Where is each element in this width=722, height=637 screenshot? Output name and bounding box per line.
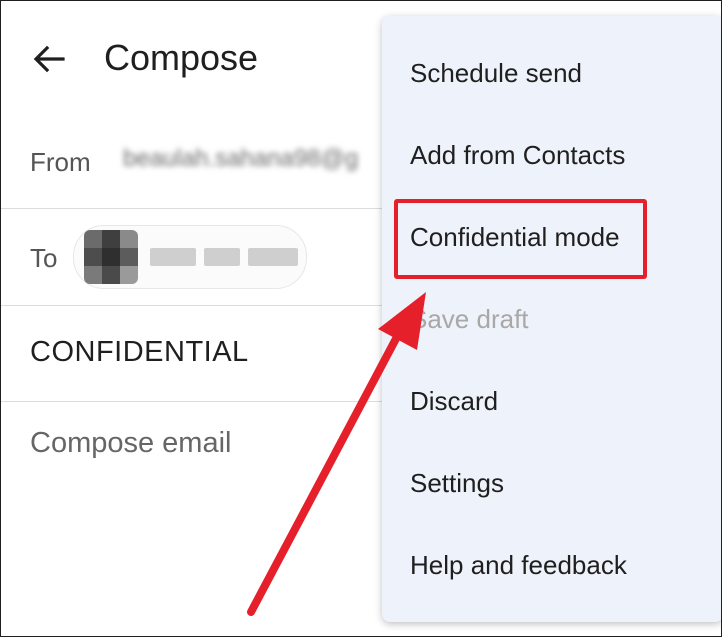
menu-item-schedule-send[interactable]: Schedule send — [410, 58, 582, 89]
menu-item-add-from-contacts[interactable]: Add from Contacts — [410, 140, 625, 171]
recipient-chip[interactable] — [73, 225, 307, 289]
avatar — [84, 230, 138, 284]
from-label: From — [30, 147, 91, 177]
menu-item-help-and-feedback[interactable]: Help and feedback — [410, 550, 627, 581]
from-address: beaulah.sahana98@g — [123, 145, 359, 172]
arrow-left-icon[interactable] — [31, 41, 67, 77]
annotation-highlight-box — [394, 199, 647, 279]
overflow-menu: Schedule send Add from Contacts Confiden… — [382, 16, 721, 622]
menu-item-save-draft: Save draft — [410, 304, 529, 334]
subject-field[interactable]: CONFIDENTIAL — [30, 336, 249, 369]
recipient-name-redacted — [150, 248, 298, 266]
menu-item-discard[interactable]: Discard — [410, 386, 498, 417]
menu-item-settings[interactable]: Settings — [410, 468, 504, 499]
to-label: To — [30, 243, 58, 273]
page-title: Compose — [104, 37, 259, 78]
compose-body-field[interactable]: Compose email — [30, 427, 231, 460]
compose-screen: Compose From beaulah.sahana98@g To CONFI… — [0, 0, 722, 637]
